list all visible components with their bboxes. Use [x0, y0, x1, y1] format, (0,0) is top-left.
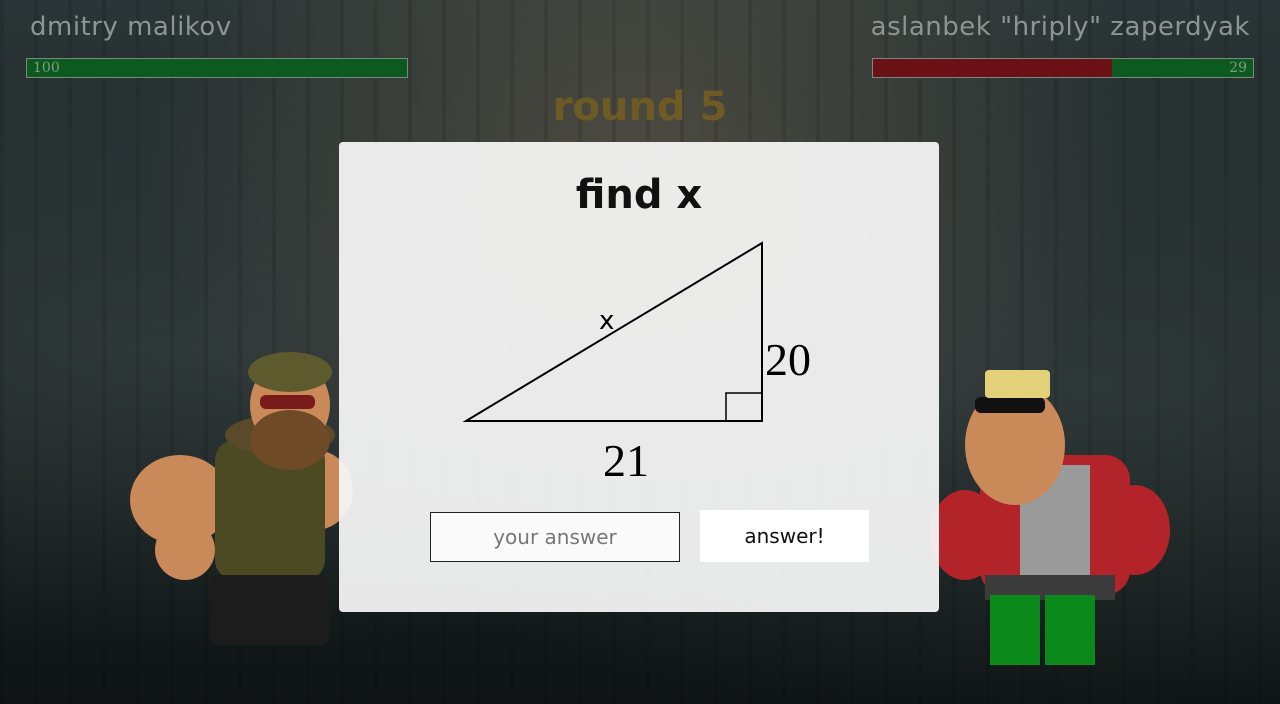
horizontal-side-label: 21: [603, 435, 649, 486]
player1-health-fill: [27, 59, 407, 77]
player2-health-value: 29: [1229, 60, 1247, 76]
player1-fighter: [130, 352, 353, 645]
triangle-diagram: x 20 21: [462, 241, 811, 486]
answer-input[interactable]: [430, 512, 680, 562]
vertical-side-label: 20: [765, 334, 811, 385]
player2-name: aslanbek "hriply" zaperdyak: [870, 12, 1250, 42]
player2-health-bar: 29: [872, 58, 1254, 78]
player1-health-bar: 100: [26, 58, 408, 78]
right-angle-marker: [725, 392, 762, 421]
question-modal: find x x 20 21 answer!: [339, 142, 939, 612]
question-title: find x: [575, 172, 703, 218]
answer-button[interactable]: answer!: [700, 510, 869, 562]
round-title: round 5: [552, 84, 728, 130]
player1-name: dmitry malikov: [30, 12, 232, 42]
player2-fighter: [930, 370, 1170, 665]
hypotenuse-label: x: [599, 306, 614, 336]
player1-health-value: 100: [33, 60, 60, 76]
